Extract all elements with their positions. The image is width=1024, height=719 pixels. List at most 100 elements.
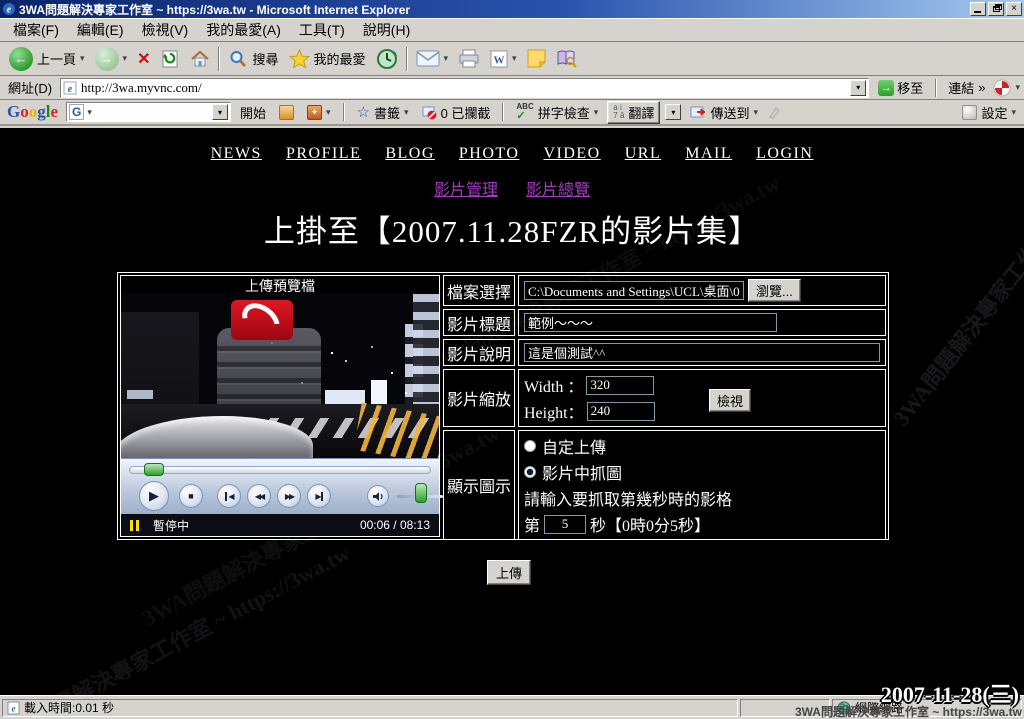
svg-text:e: e	[68, 84, 73, 95]
video-desc-input[interactable]	[524, 343, 880, 362]
google-bookmarks-button[interactable]: ☆ 書籤 ▾	[353, 102, 413, 123]
translate-dropdown-icon[interactable]: ▾	[665, 104, 681, 120]
stop-button[interactable]: ✕	[132, 44, 155, 74]
next-button[interactable]: ▶	[307, 484, 331, 508]
forward-dropdown-icon[interactable]: ▾	[123, 53, 128, 64]
history-button[interactable]	[371, 44, 403, 74]
highlighter-icon[interactable]	[767, 105, 782, 120]
page-watermark: 3WA問題解決專家工作室 ~ https://3wa.tw	[0, 536, 355, 695]
home-icon	[190, 49, 210, 69]
ie-window: e 3WA問題解決專家工作室 ~ https://3wa.tw - Micros…	[0, 0, 1024, 719]
back-button[interactable]: ← 上一頁 ▾	[4, 44, 90, 74]
nav-video[interactable]: VIDEO	[543, 145, 600, 163]
address-url[interactable]: http://3wa.myvnc.com/	[81, 80, 846, 96]
toolbar-separator	[935, 79, 937, 97]
word-dropdown-icon[interactable]: ▾	[512, 53, 517, 64]
menu-favorites[interactable]: 我的最愛(A)	[197, 18, 290, 42]
upload-button[interactable]: 上傳	[487, 560, 531, 585]
browse-button[interactable]: 瀏覽...	[748, 279, 801, 302]
google-search-input[interactable]: G ▾ ▾	[66, 102, 231, 122]
file-path-input[interactable]	[524, 281, 744, 300]
toolbar-separator	[218, 47, 220, 71]
forward-button[interactable]: → ▾	[90, 44, 133, 74]
links-button[interactable]: 連結 »	[944, 78, 989, 97]
play-button[interactable]: ▶	[139, 481, 169, 511]
nav-blog[interactable]: BLOG	[385, 145, 435, 163]
close-button[interactable]: ×	[1006, 2, 1022, 16]
stop-playback-button[interactable]: ■	[179, 484, 203, 508]
height-input[interactable]	[587, 402, 655, 421]
menu-tools[interactable]: 工具(T)	[290, 18, 354, 42]
google-sendto-button[interactable]: 傳送到 ▾	[686, 102, 762, 123]
printer-icon	[458, 49, 480, 69]
nav-news[interactable]: NEWS	[211, 145, 262, 163]
address-input[interactable]: e http://3wa.myvnc.com/ ▾	[60, 78, 869, 98]
custom-upload-radio[interactable]	[524, 440, 536, 452]
mute-button[interactable]	[367, 485, 389, 507]
video-title-input[interactable]	[524, 313, 777, 332]
fast-forward-button[interactable]: ▶▶	[277, 484, 301, 508]
seek-thumb[interactable]	[144, 463, 164, 476]
nav-photo[interactable]: PHOTO	[459, 145, 520, 163]
go-arrow-icon: →	[878, 80, 894, 96]
subnav-video-manage[interactable]: 影片管理	[434, 176, 498, 200]
edit-with-word-button[interactable]: W ▾	[485, 44, 522, 74]
mail-button[interactable]: ▾	[411, 44, 454, 74]
capture-hint: 請輸入要抓取第幾秒時的影格	[524, 486, 732, 510]
seek-bar[interactable]	[129, 466, 431, 474]
search-button[interactable]: 搜尋	[223, 44, 283, 74]
print-button[interactable]	[453, 44, 485, 74]
google-translate-button[interactable]: a i7 ā 翻譯	[607, 101, 660, 124]
research-button[interactable]	[551, 44, 582, 74]
google-options-button[interactable]: ✦ ▾	[303, 104, 335, 121]
video-scale-label: 影片縮放	[443, 369, 515, 427]
refresh-button[interactable]	[155, 44, 185, 74]
home-button[interactable]	[185, 44, 215, 74]
preview-button[interactable]: 檢視	[709, 389, 751, 412]
refresh-icon	[160, 49, 180, 69]
address-dropdown-icon[interactable]: ▾	[850, 80, 866, 96]
previous-button[interactable]: ◀	[217, 484, 241, 508]
nav-profile[interactable]: PROFILE	[286, 145, 361, 163]
google-logo: Google	[4, 102, 61, 122]
seconds-input[interactable]	[544, 515, 586, 534]
pause-icon	[130, 520, 139, 531]
mail-dropdown-icon[interactable]: ▾	[444, 53, 449, 64]
nav-mail[interactable]: MAIL	[685, 145, 732, 163]
capture-frame-label: 影片中抓圖	[542, 460, 622, 484]
page-favicon: e	[63, 81, 77, 95]
width-input[interactable]	[586, 376, 654, 395]
favorites-button[interactable]: 我的最愛	[284, 44, 371, 74]
menu-edit[interactable]: 編輯(E)	[68, 18, 133, 42]
address-label: 網址(D)	[4, 78, 56, 97]
player-controls: ▶ ■ ◀ ◀◀ ▶▶ ▶	[121, 458, 439, 514]
acrobat-dropdown-icon[interactable]: ▾	[1015, 82, 1020, 93]
back-dropdown-icon[interactable]: ▾	[80, 53, 85, 64]
video-title-label: 影片標題	[443, 309, 515, 336]
status-page-icon: e	[7, 701, 20, 715]
google-search-dropdown-icon[interactable]: ▾	[212, 104, 228, 120]
links-chevron-icon: »	[978, 80, 985, 95]
upload-form-table: 上傳預覽檔	[117, 272, 889, 540]
rewind-button[interactable]: ◀◀	[247, 484, 271, 508]
google-toolbar: Google G ▾ ▾ 開始 ✦ ▾ ☆ 書籤 ▾ 0 已攔截	[0, 100, 1024, 126]
nav-url[interactable]: URL	[625, 145, 662, 163]
nav-login[interactable]: LOGIN	[756, 145, 813, 163]
subnav-video-overview[interactable]: 影片總覽	[526, 176, 590, 200]
google-popup-blocker-button[interactable]: 0 已攔截	[418, 102, 495, 123]
volume-thumb[interactable]	[415, 483, 427, 503]
video-preview[interactable]	[121, 294, 439, 458]
capture-frame-radio[interactable]	[524, 466, 536, 478]
menu-help[interactable]: 說明(H)	[354, 18, 419, 42]
google-spellcheck-button[interactable]: ABC ✓ 拼字檢查 ▾	[512, 102, 602, 123]
google-start-button[interactable]: 開始	[236, 102, 270, 123]
acrobat-icon[interactable]	[993, 79, 1011, 97]
menu-file[interactable]: 檔案(F)	[4, 18, 68, 42]
google-settings-button[interactable]: 設定 ▾	[958, 102, 1020, 123]
minimize-button[interactable]	[970, 2, 986, 16]
menu-view[interactable]: 檢視(V)	[133, 18, 198, 42]
notes-button[interactable]	[522, 44, 551, 74]
video-subnav: 影片管理 影片總覽	[0, 176, 1024, 200]
restore-button[interactable]	[988, 2, 1004, 16]
go-button[interactable]: → 移至	[873, 77, 928, 98]
